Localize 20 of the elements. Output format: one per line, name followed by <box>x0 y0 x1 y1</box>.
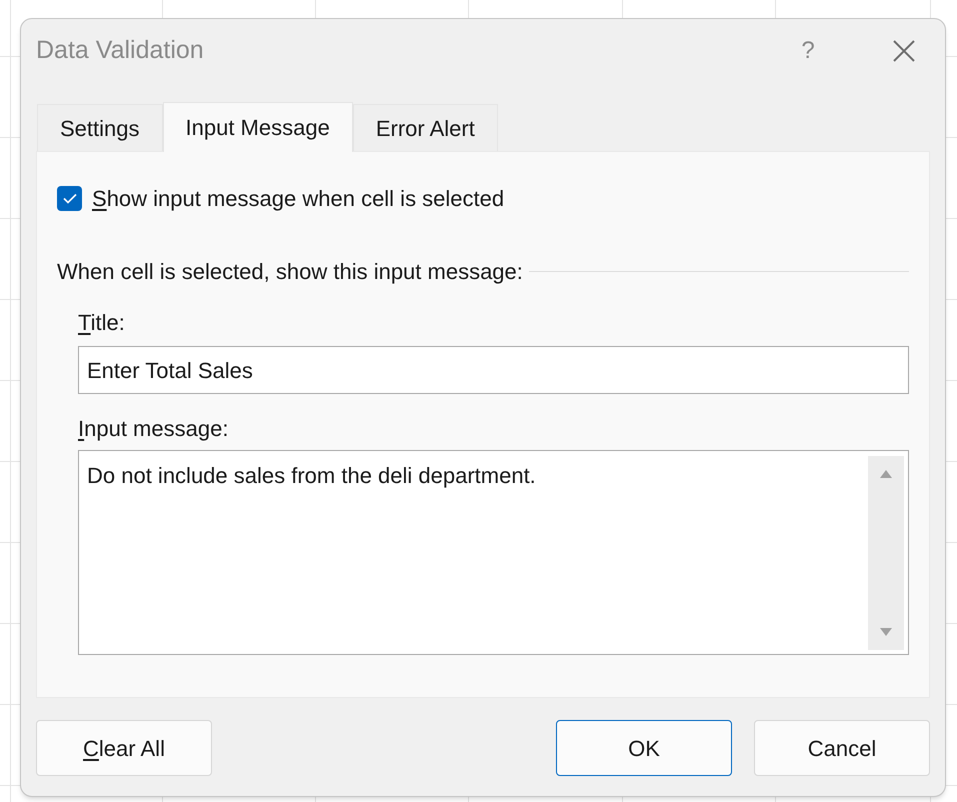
checkbox[interactable] <box>57 186 82 211</box>
scroll-up-icon[interactable] <box>880 470 892 478</box>
scroll-down-icon[interactable] <box>880 628 892 636</box>
message-input-field[interactable]: Do not include sales from the deli department. <box>78 450 909 655</box>
field-label: Input message: <box>78 416 230 442</box>
tab[interactable]: Settings <box>37 104 162 151</box>
check-icon <box>62 193 76 204</box>
scrollbar[interactable] <box>868 456 904 650</box>
tab[interactable]: Error Alert <box>352 104 498 151</box>
tab[interactable]: Input Message <box>162 102 353 152</box>
dialog-button[interactable]: OK <box>556 720 732 776</box>
field-label: Title: <box>78 310 126 336</box>
title-input-field[interactable]: Enter Total Sales <box>78 346 909 394</box>
input-text: Do not include sales from the deli department. <box>87 462 537 490</box>
dialog-button[interactable]: Cancel <box>754 720 930 776</box>
close-icon[interactable] <box>893 40 915 62</box>
group-label: When cell is selected, show this input message: <box>57 258 523 286</box>
window-title: Data Validation <box>36 35 205 66</box>
dialog-button[interactable]: Clear All <box>36 720 212 776</box>
checkbox-label: Show input message when cell is selected <box>92 185 504 213</box>
